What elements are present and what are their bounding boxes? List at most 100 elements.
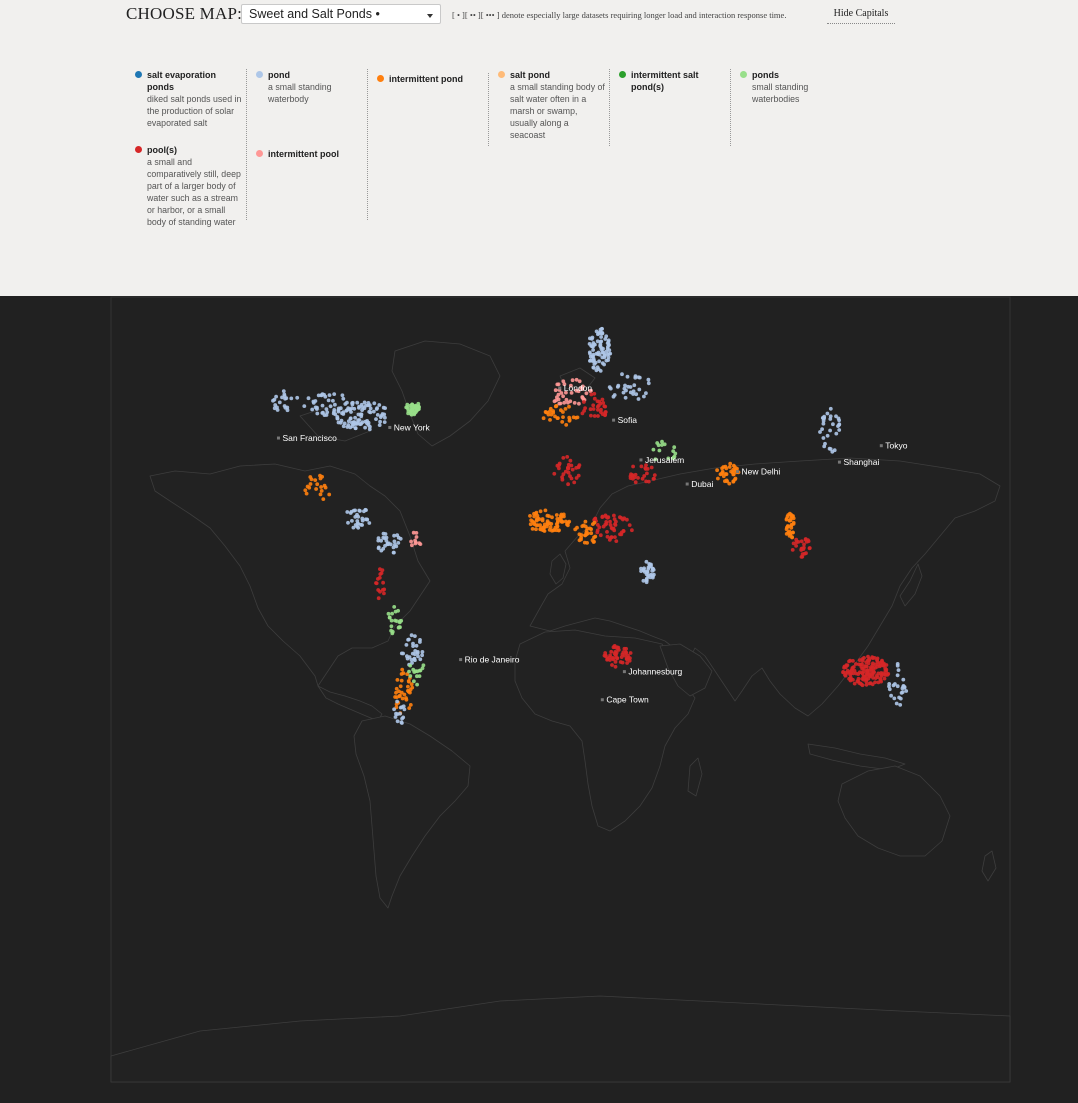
pond-point[interactable] — [569, 476, 574, 481]
pond-point[interactable] — [367, 427, 372, 432]
pond-point[interactable] — [602, 653, 607, 658]
pond-point[interactable] — [310, 407, 315, 412]
pond-point[interactable] — [898, 703, 903, 707]
pond-point[interactable] — [899, 691, 904, 695]
pond-point[interactable] — [560, 477, 565, 482]
pond-point[interactable] — [716, 476, 720, 481]
pond-point[interactable] — [849, 668, 854, 673]
pond-point[interactable] — [595, 528, 600, 533]
pond-point[interactable] — [335, 415, 340, 419]
pond-point[interactable] — [315, 411, 320, 416]
pond-point[interactable] — [553, 414, 557, 419]
pond-point[interactable] — [399, 705, 404, 709]
pond-point[interactable] — [633, 480, 638, 485]
pond-point[interactable] — [600, 350, 605, 355]
pond-point[interactable] — [820, 427, 824, 431]
pond-point[interactable] — [596, 414, 600, 418]
pond-point[interactable] — [603, 404, 608, 409]
pond-point[interactable] — [545, 513, 550, 518]
pond-point[interactable] — [875, 673, 879, 678]
pond-point[interactable] — [273, 403, 278, 407]
pond-point[interactable] — [561, 456, 566, 460]
pond-point[interactable] — [417, 668, 422, 673]
pond-point[interactable] — [552, 471, 557, 476]
pond-point[interactable] — [407, 669, 411, 674]
pond-point[interactable] — [864, 677, 868, 682]
pond-point[interactable] — [302, 404, 307, 408]
pond-point[interactable] — [415, 650, 420, 654]
pond-point[interactable] — [887, 682, 892, 686]
pond-point[interactable] — [868, 681, 873, 686]
pond-point[interactable] — [847, 659, 851, 664]
pond-point[interactable] — [588, 336, 592, 341]
pond-point[interactable] — [391, 545, 396, 550]
pond-point[interactable] — [904, 689, 909, 693]
pond-point[interactable] — [731, 479, 736, 484]
pond-point[interactable] — [409, 633, 414, 638]
pond-point[interactable] — [353, 515, 358, 519]
pond-point[interactable] — [825, 433, 830, 438]
pond-point[interactable] — [554, 522, 559, 526]
pond-point[interactable] — [389, 624, 394, 629]
pond-point[interactable] — [304, 491, 309, 496]
pond-point[interactable] — [583, 519, 588, 524]
pond-point[interactable] — [606, 358, 610, 362]
pond-point[interactable] — [414, 535, 419, 539]
pond-point[interactable] — [321, 497, 326, 501]
pond-point[interactable] — [319, 485, 323, 489]
pond-point[interactable] — [848, 672, 853, 677]
pond-point[interactable] — [560, 420, 565, 424]
pond-point[interactable] — [395, 719, 400, 724]
pond-point[interactable] — [399, 720, 404, 725]
pond-point[interactable] — [309, 477, 314, 482]
pond-point[interactable] — [398, 625, 402, 630]
pond-point[interactable] — [650, 569, 655, 573]
pond-point[interactable] — [350, 401, 354, 405]
pond-point[interactable] — [572, 480, 577, 485]
pond-point[interactable] — [804, 551, 808, 556]
pond-point[interactable] — [837, 422, 842, 427]
pond-point[interactable] — [631, 464, 635, 469]
pond-point[interactable] — [374, 581, 378, 585]
pond-point[interactable] — [404, 696, 408, 700]
pond-point[interactable] — [623, 383, 627, 388]
pond-point[interactable] — [600, 331, 605, 336]
pond-point[interactable] — [566, 462, 571, 467]
legend-item-pools[interactable]: pool(s) a small and comparatively still,… — [127, 144, 247, 240]
pond-point[interactable] — [799, 555, 804, 559]
pond-point[interactable] — [591, 365, 596, 370]
pond-point[interactable] — [721, 474, 726, 479]
pond-point[interactable] — [316, 393, 321, 398]
pond-point[interactable] — [382, 587, 387, 592]
pond-point[interactable] — [282, 394, 287, 398]
pond-point[interactable] — [605, 530, 609, 534]
pond-point[interactable] — [346, 520, 350, 525]
pond-point[interactable] — [561, 410, 565, 414]
pond-point[interactable] — [528, 514, 532, 518]
pond-point[interactable] — [395, 695, 399, 699]
pond-point[interactable] — [625, 517, 629, 522]
pond-point[interactable] — [567, 519, 572, 524]
pond-point[interactable] — [612, 528, 617, 533]
pond-point[interactable] — [383, 415, 387, 420]
pond-point[interactable] — [392, 550, 396, 555]
pond-point[interactable] — [412, 412, 417, 417]
pond-point[interactable] — [828, 428, 832, 433]
pond-point[interactable] — [570, 467, 575, 472]
pond-point[interactable] — [418, 542, 423, 546]
pond-point[interactable] — [375, 413, 380, 417]
pond-point[interactable] — [383, 532, 388, 536]
pond-point[interactable] — [894, 701, 899, 706]
pond-point[interactable] — [609, 535, 614, 540]
pond-point[interactable] — [604, 520, 609, 524]
pond-point[interactable] — [628, 385, 633, 389]
pond-point[interactable] — [274, 394, 278, 399]
pond-point[interactable] — [656, 443, 661, 448]
pond-point[interactable] — [649, 465, 654, 470]
pond-point[interactable] — [827, 446, 832, 451]
pond-point[interactable] — [592, 520, 597, 525]
pond-point[interactable] — [541, 416, 546, 421]
pond-point[interactable] — [379, 413, 384, 418]
pond-point[interactable] — [642, 474, 647, 478]
pond-point[interactable] — [646, 377, 651, 382]
